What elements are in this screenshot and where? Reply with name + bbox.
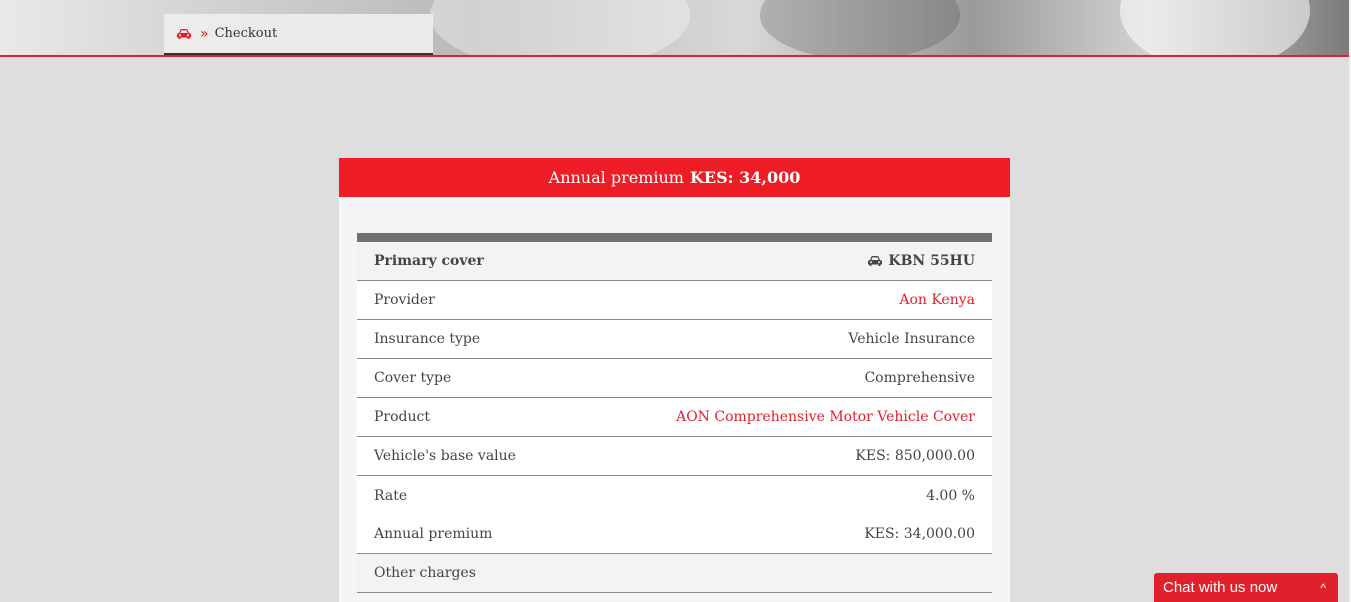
premium-banner: Annual premium KES: 34,000	[339, 158, 1010, 197]
breadcrumb-current: Checkout	[214, 26, 278, 41]
row-label: Product	[374, 409, 430, 425]
plate-number: KBN 55HU	[888, 253, 975, 269]
table-header-row: Primary cover KBN 55HU	[357, 242, 992, 281]
row-label: Insurance type	[374, 331, 481, 347]
provider-link[interactable]: Aon Kenya	[899, 292, 975, 308]
table-row-other-charges: Other charges	[357, 554, 992, 593]
table-row-provider: Provider Aon Kenya	[357, 281, 992, 320]
row-label: Rate	[374, 487, 408, 504]
row-value: Vehicle Insurance	[848, 331, 975, 347]
product-link[interactable]: AON Comprehensive Motor Vehicle Cover	[676, 409, 975, 425]
row-value: KES: 850,000.00	[855, 448, 975, 464]
row-value: Comprehensive	[864, 370, 975, 386]
checkout-card: Annual premium KES: 34,000 Primary cover…	[339, 158, 1010, 602]
row-value: 4.00 %	[926, 487, 975, 504]
row-label: Provider	[374, 292, 435, 308]
row-label: Annual premium	[374, 526, 493, 542]
premium-label: Annual premium	[548, 168, 684, 187]
vehicle-plate: KBN 55HU	[867, 253, 975, 269]
table-row-annual-premium: Annual premium KES: 34,000.00	[357, 515, 992, 554]
row-label: Other charges	[374, 565, 476, 581]
table-row-rate: Rate 4.00 %	[357, 476, 992, 515]
breadcrumb-separator-icon: »	[200, 25, 209, 42]
table-row-cover-type: Cover type Comprehensive	[357, 359, 992, 398]
chevron-up-icon: ^	[1320, 580, 1326, 595]
row-label: Vehicle's base value	[374, 448, 516, 464]
car-icon[interactable]	[176, 28, 192, 40]
table-row-base-value: Vehicle's base value KES: 850,000.00	[357, 437, 992, 476]
row-value: KES: 34,000.00	[864, 526, 975, 542]
chat-label: Chat with us now	[1163, 579, 1278, 596]
car-icon	[868, 256, 883, 266]
table-row-product: Product AON Comprehensive Motor Vehicle …	[357, 398, 992, 437]
primary-cover-label: Primary cover	[374, 253, 484, 269]
row-label: Cover type	[374, 370, 452, 386]
premium-amount: KES: 34,000	[689, 168, 801, 187]
table-row-insurance-type: Insurance type Vehicle Insurance	[357, 320, 992, 359]
chat-widget-button[interactable]: Chat with us now ^	[1154, 573, 1338, 602]
breadcrumb: » Checkout	[164, 14, 433, 55]
cover-summary-table: Primary cover KBN 55HU Provider Aon Keny…	[357, 233, 992, 593]
